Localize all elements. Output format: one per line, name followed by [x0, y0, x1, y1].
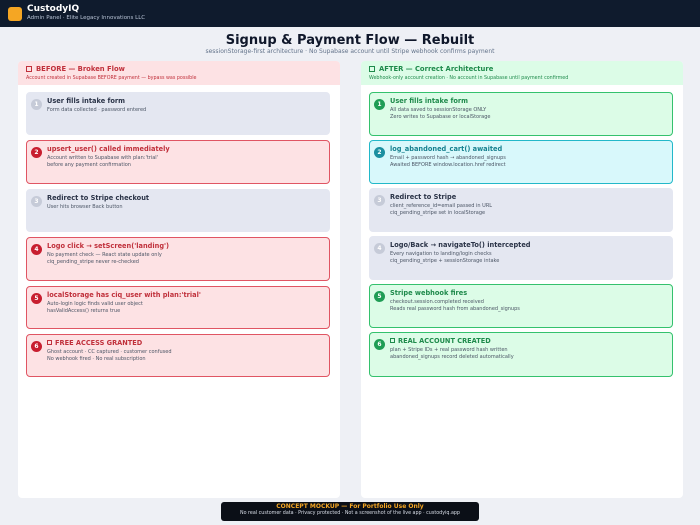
step-detail: checkout.session.completed received [390, 299, 484, 305]
step-number: 6 [374, 339, 385, 350]
page-title: Signup & Payment Flow — Rebuilt [225, 33, 475, 48]
step-detail: Ghost account · CC captured · customer c… [47, 349, 172, 355]
brand: CustodyIQ Admin Panel · Elite Legacy Inn… [27, 5, 145, 22]
step-detail: Account written to Supabase with plan:'t… [47, 155, 159, 161]
step-detail: User hits browser Back button [47, 204, 123, 210]
step-title: FREE ACCESS GRANTED [55, 339, 143, 347]
custodyiq-logo-icon [8, 6, 22, 21]
step-detail: Form data collected · password entered [47, 107, 147, 113]
after-panel-header: AFTER — Correct Architecture Webhook-onl… [361, 61, 683, 85]
alert-icon [47, 340, 52, 345]
before-panel-header: BEFORE — Broken Flow Account created in … [18, 61, 340, 85]
before-step-2: 2 upsert_user() called immediately Accou… [26, 140, 330, 184]
concept-mockup-banner: CONCEPT MOCKUP — For Portfolio Use Only … [221, 502, 479, 521]
step-number: 2 [31, 147, 42, 158]
after-panel: AFTER — Correct Architecture Webhook-onl… [361, 61, 683, 498]
step-detail: No webhook fired · No real subscription [47, 356, 146, 362]
step-number: 2 [374, 147, 385, 158]
step-detail: No payment check — React state update on… [47, 252, 162, 258]
before-panel: BEFORE — Broken Flow Account created in … [18, 61, 340, 498]
after-step-5: 5 Stripe webhook fires checkout.session.… [369, 284, 673, 328]
step-detail: ciq_pending_stripe + sessionStorage inta… [390, 258, 500, 264]
step-detail: before any payment confirmation [47, 162, 131, 168]
step-title: localStorage has ciq_user with plan:'tri… [47, 291, 201, 299]
step-number: 1 [31, 99, 42, 110]
after-step-2: 2 log_abandoned_cart() awaited Email + p… [369, 140, 673, 184]
step-number: 3 [374, 195, 385, 206]
step-detail: Awaited BEFORE window.location.href redi… [390, 162, 506, 168]
after-panel-subtitle: Webhook-only account creation · No accou… [369, 75, 569, 81]
step-detail: plan + Stripe IDs + real password hash w… [390, 347, 508, 353]
step-detail: hasValidAccess() returns true [47, 308, 121, 314]
step-detail: Reads real password hash from abandoned_… [390, 306, 520, 312]
before-step-1: 1 User fills intake form Form data colle… [26, 92, 330, 135]
step-title: Logo/Back → navigateTo() intercepted [390, 241, 531, 249]
step-detail: client_reference_id=email passed in URL [390, 203, 493, 209]
app-name: CustodyIQ [27, 4, 80, 15]
step-detail: Email + password hash → abandoned_signup… [390, 155, 506, 161]
step-title: Stripe webhook fires [390, 289, 468, 297]
check-icon [369, 66, 375, 72]
banner-title: CONCEPT MOCKUP — For Portfolio Use Only [276, 503, 424, 510]
after-step-6: 6 REAL ACCOUNT CREATED plan + Stripe IDs… [369, 332, 673, 377]
after-step-4: 4 Logo/Back → navigateTo() intercepted E… [369, 236, 673, 280]
step-title: upsert_user() called immediately [47, 145, 170, 153]
after-step-3: 3 Redirect to Stripe client_reference_id… [369, 188, 673, 232]
step-title: User fills intake form [47, 97, 125, 105]
step-detail: ciq_pending_stripe set in localStorage [390, 210, 486, 216]
step-detail: Zero writes to Supabase or localStorage [390, 114, 491, 120]
step-number: 5 [374, 291, 385, 302]
step-number: 1 [374, 99, 385, 110]
step-title: Redirect to Stripe checkout [47, 194, 150, 202]
after-step-1: 1 User fills intake form All data saved … [369, 92, 673, 136]
before-step-6: 6 FREE ACCESS GRANTED Ghost account · CC… [26, 334, 330, 377]
before-step-4: 4 Logo click → setScreen('landing') No p… [26, 237, 330, 281]
before-step-3: 3 Redirect to Stripe checkout User hits … [26, 189, 330, 232]
step-title: Redirect to Stripe [390, 193, 457, 201]
step-number: 3 [31, 196, 42, 207]
step-title: REAL ACCOUNT CREATED [398, 337, 491, 345]
step-detail: ciq_pending_stripe never re-checked [47, 259, 139, 265]
banner-subtitle: No real customer data · Privacy protecte… [240, 511, 460, 516]
page-subtitle: sessionStorage-first architecture · No S… [205, 48, 495, 55]
step-number: 4 [374, 243, 385, 254]
step-number: 4 [31, 244, 42, 255]
step-detail: Every navigation to landing/login checks [390, 251, 492, 257]
warning-icon [26, 66, 32, 72]
before-step-5: 5 localStorage has ciq_user with plan:'t… [26, 286, 330, 329]
app-subtitle: Admin Panel · Elite Legacy Innovations L… [27, 15, 146, 22]
before-panel-title: BEFORE — Broken Flow [36, 65, 125, 73]
step-title: log_abandoned_cart() awaited [390, 145, 503, 153]
top-bar: CustodyIQ Admin Panel · Elite Legacy Inn… [0, 0, 700, 27]
success-icon [390, 338, 395, 343]
step-number: 5 [31, 293, 42, 304]
step-title: Logo click → setScreen('landing') [47, 242, 170, 250]
step-detail: abandoned_signups record deleted automat… [390, 354, 514, 360]
step-detail: Auto-login logic finds valid user object [47, 301, 143, 307]
after-panel-title: AFTER — Correct Architecture [379, 65, 494, 73]
step-number: 6 [31, 341, 42, 352]
before-panel-subtitle: Account created in Supabase BEFORE payme… [26, 75, 197, 81]
step-title: User fills intake form [390, 97, 468, 105]
step-detail: All data saved to sessionStorage ONLY [390, 107, 487, 113]
